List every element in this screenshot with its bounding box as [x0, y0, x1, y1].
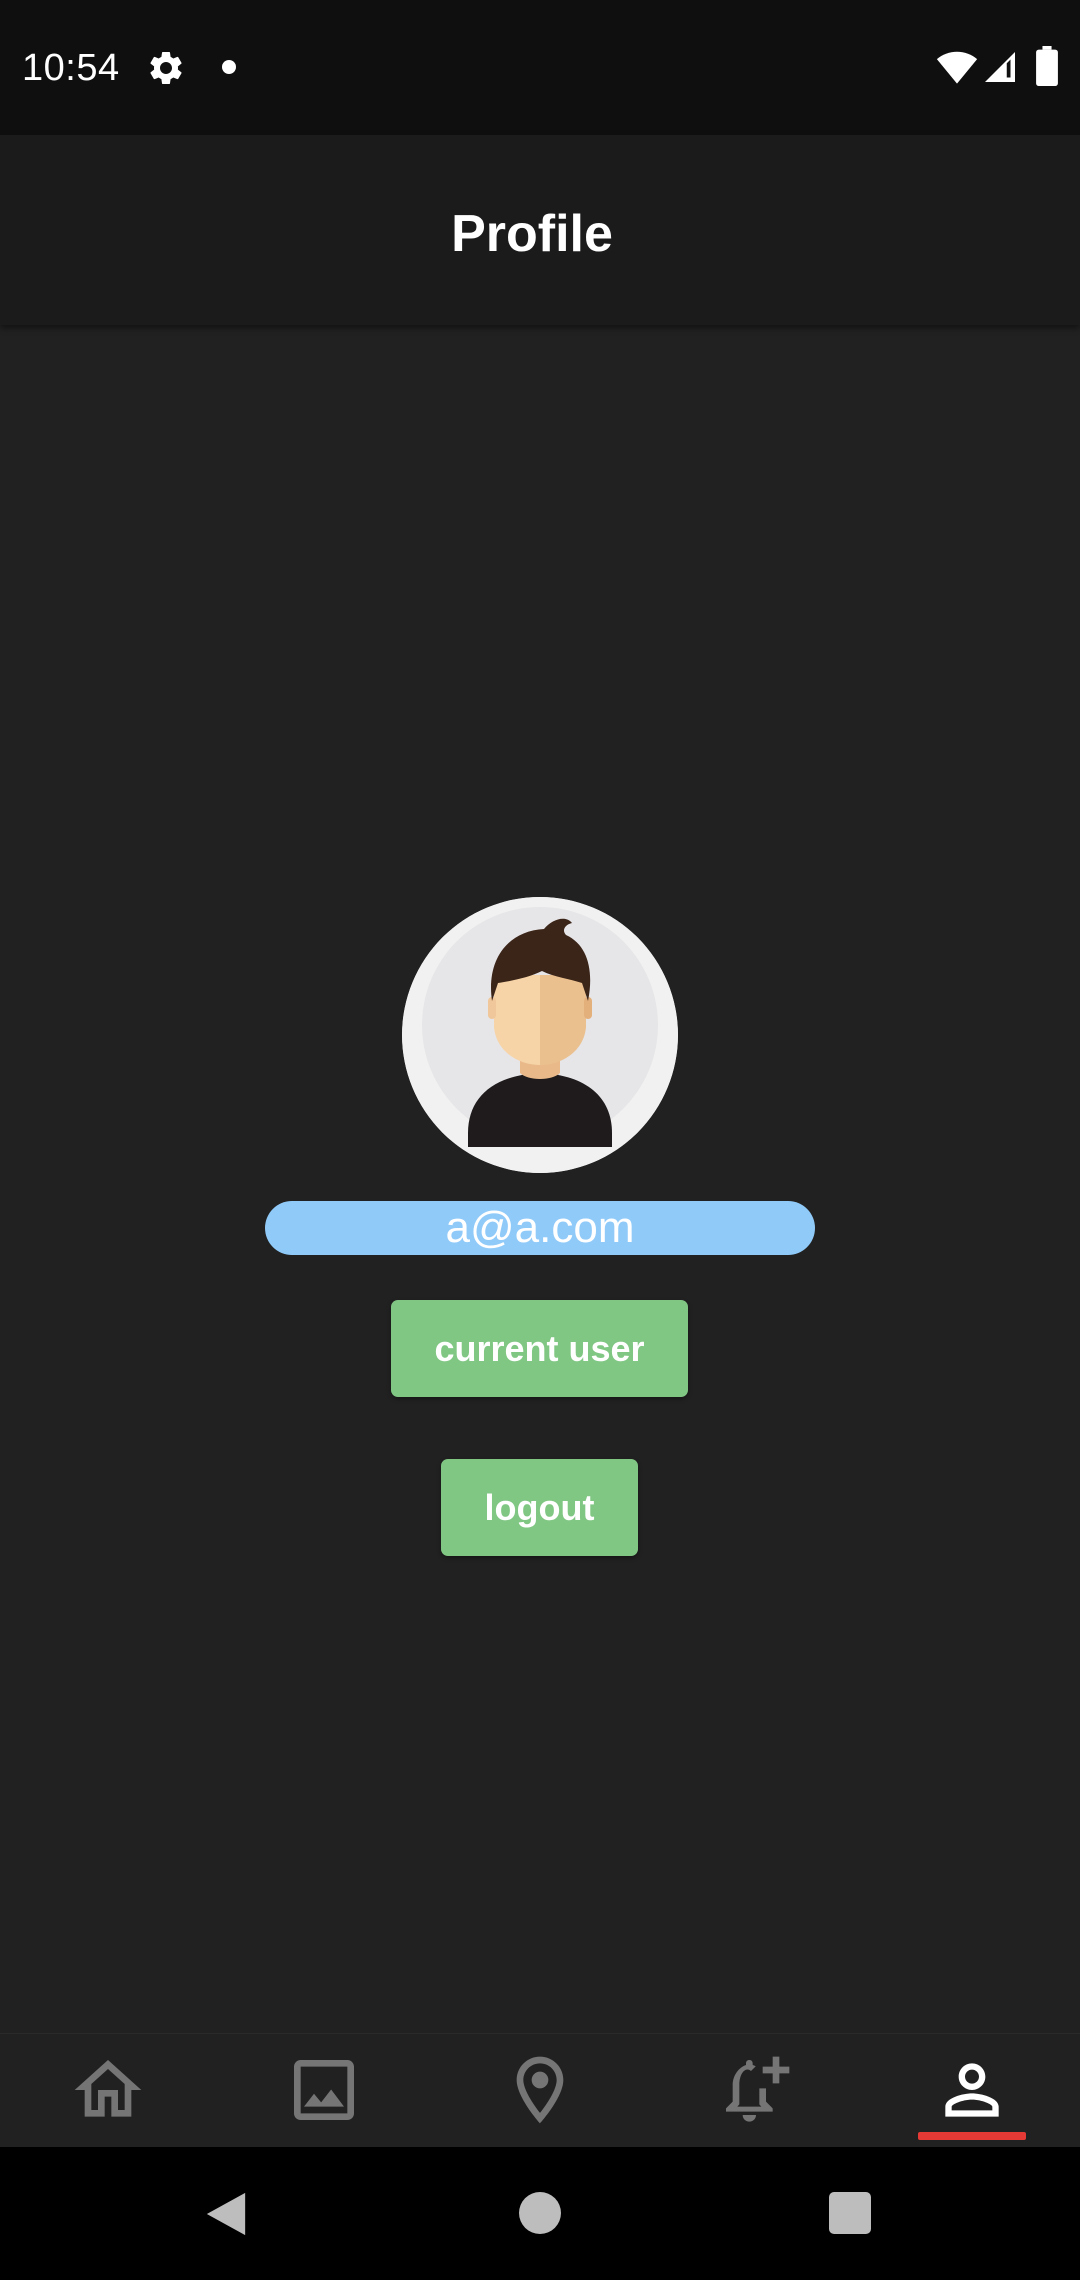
avatar: [402, 897, 678, 1173]
wifi-icon: [936, 51, 978, 84]
back-icon[interactable]: [204, 2191, 248, 2237]
signal-icon: [985, 52, 1015, 82]
gear-icon: [150, 51, 182, 84]
location-pin-icon: [516, 2056, 564, 2124]
nav-item-home[interactable]: [0, 2034, 216, 2148]
app-bar: Profile: [0, 135, 1080, 325]
person-icon: [945, 2063, 999, 2117]
add-alarm-icon: [726, 2056, 790, 2122]
bottom-navigation: [0, 2033, 1080, 2148]
logout-button[interactable]: logout: [441, 1459, 638, 1556]
page-title: Profile: [451, 205, 613, 263]
status-bar: 10:54: [0, 0, 1080, 135]
recents-icon[interactable]: [829, 2192, 871, 2234]
nav-item-add-alert[interactable]: [648, 2034, 864, 2148]
system-navigation-bar: [0, 2147, 1080, 2280]
active-tab-indicator: [918, 2132, 1026, 2140]
user-avatar-icon: [402, 897, 678, 1173]
nav-item-profile[interactable]: [864, 2034, 1080, 2148]
nav-item-location[interactable]: [432, 2034, 648, 2148]
notification-dot-icon: [222, 60, 236, 74]
nav-item-gallery[interactable]: [216, 2034, 432, 2148]
profile-screen: 10:54 Profile a@a.com current user logou…: [0, 0, 1080, 2280]
home-icon: [74, 2060, 142, 2117]
battery-icon: [1036, 46, 1058, 86]
email-label: a@a.com: [265, 1201, 815, 1255]
image-icon: [294, 2060, 354, 2120]
status-time: 10:54: [22, 47, 120, 89]
current-user-button[interactable]: current user: [391, 1300, 688, 1397]
home-button-icon[interactable]: [519, 2192, 561, 2234]
